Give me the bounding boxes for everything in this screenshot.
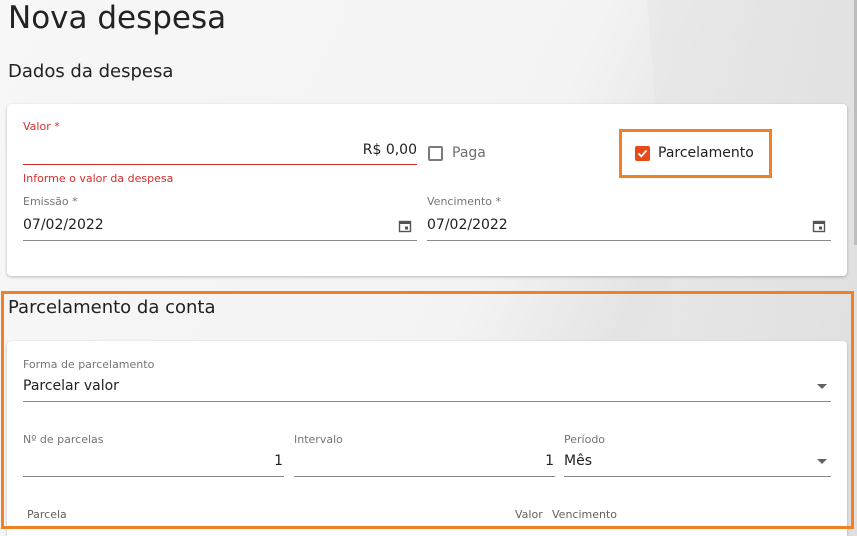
vencimento-underline [427, 240, 831, 241]
installments-highlight [1, 291, 854, 529]
emissao-label: Emissão * [23, 195, 78, 208]
emissao-underline [23, 240, 417, 241]
paga-checkbox[interactable] [428, 146, 443, 161]
expense-section-title: Dados da despesa [8, 61, 174, 82]
parcelamento-highlight [619, 129, 772, 178]
vencimento-input[interactable]: 07/02/2022 [427, 217, 508, 233]
valor-error-text: Informe o valor da despesa [23, 172, 174, 185]
paga-label: Paga [452, 145, 486, 161]
page-title: Nova despesa [8, 0, 227, 36]
emissao-input[interactable]: 07/02/2022 [23, 217, 104, 233]
valor-underline [23, 164, 417, 165]
valor-input[interactable]: R$ 0,00 [23, 142, 417, 158]
calendar-icon[interactable] [398, 219, 412, 233]
calendar-icon[interactable] [812, 219, 826, 233]
valor-label: Valor * [23, 120, 60, 133]
vencimento-label: Vencimento * [427, 195, 502, 208]
